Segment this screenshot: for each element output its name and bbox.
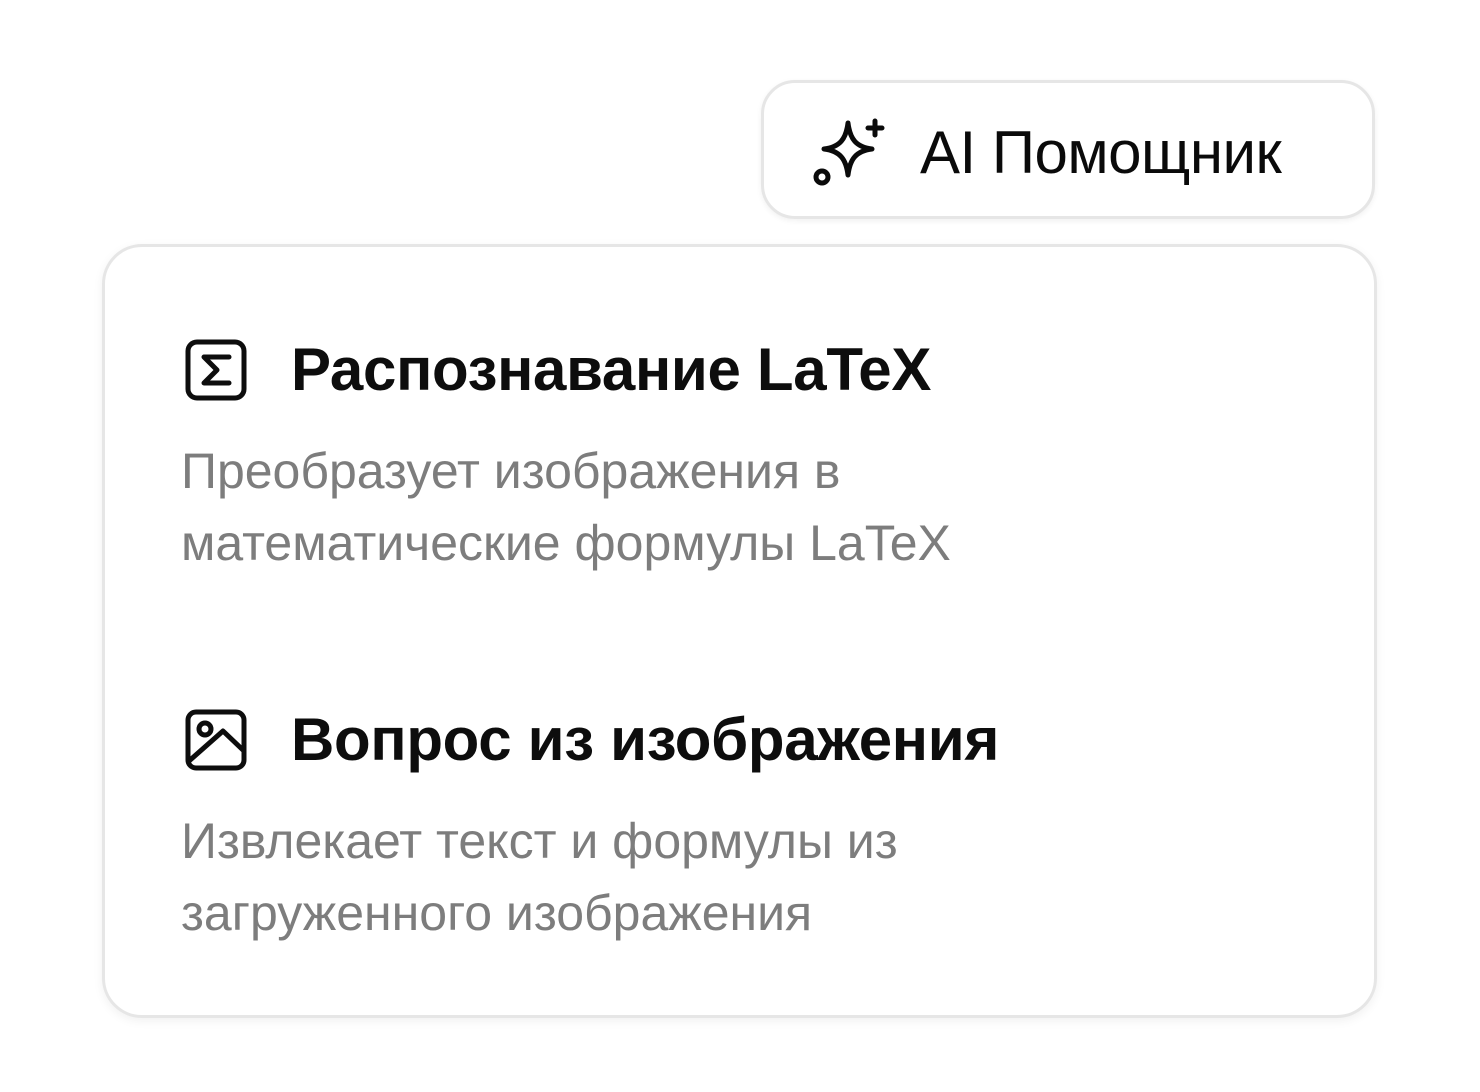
ai-assistant-button[interactable]: AI Помощник <box>761 80 1375 219</box>
ai-assistant-menu: Распознавание LaTeX Преобразует изображе… <box>102 244 1377 1018</box>
menu-item-image-question[interactable]: Вопрос из изображения Извлекает текст и … <box>105 697 1374 957</box>
menu-item-description: Извлекает текст и формулы из загруженног… <box>181 805 1181 949</box>
description-line: Извлекает текст и формулы из <box>181 813 898 869</box>
menu-item-title: Вопрос из изображения <box>291 706 1000 773</box>
sigma-square-icon <box>185 339 247 401</box>
image-icon <box>185 709 247 771</box>
ai-assistant-label: AI Помощник <box>920 119 1282 186</box>
description-line: математические формулы LaTeX <box>181 515 951 571</box>
sparkles-icon <box>813 118 885 186</box>
menu-item-latex-recognition[interactable]: Распознавание LaTeX Преобразует изображе… <box>105 327 1374 617</box>
description-line: Преобразует изображения в <box>181 443 841 499</box>
description-line: загруженного изображения <box>181 885 813 941</box>
menu-item-title: Распознавание LaTeX <box>291 336 932 403</box>
menu-item-description: Преобразует изображения в математические… <box>181 435 1181 579</box>
